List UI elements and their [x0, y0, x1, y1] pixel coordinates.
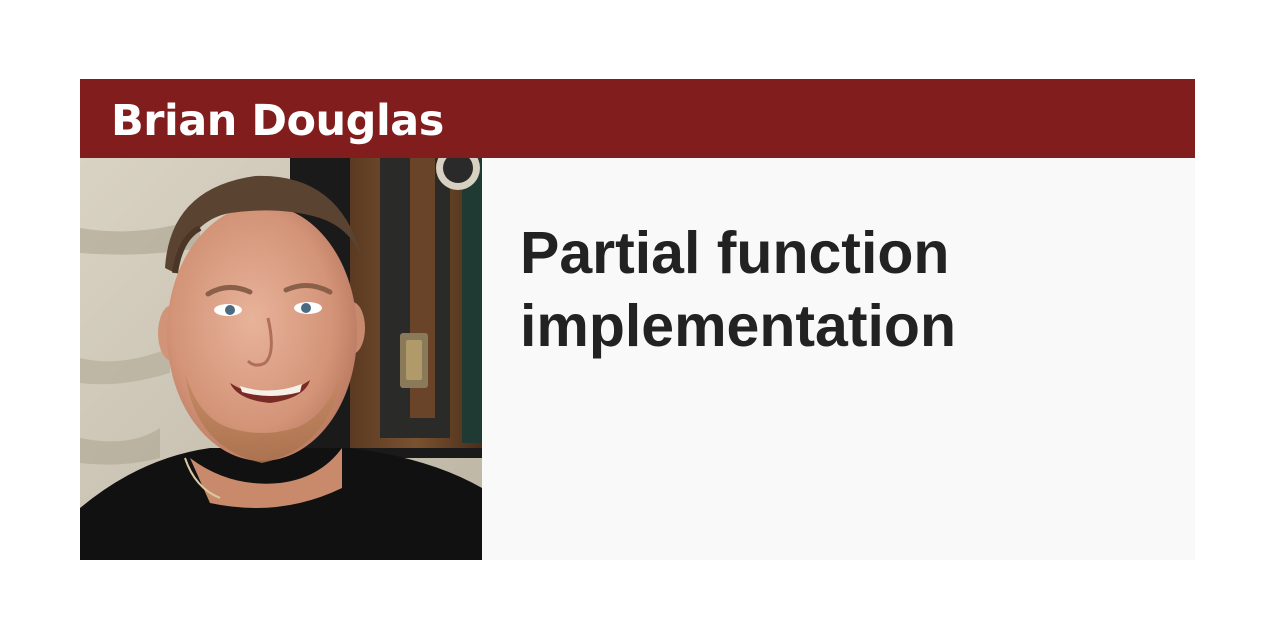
author-photo: [80, 158, 482, 560]
author-name: Brian Douglas: [111, 96, 444, 146]
author-banner: Brian Douglas: [80, 79, 1195, 158]
article-title: Partial function implementation: [520, 220, 956, 359]
article-card: Brian Douglas Partial function implement…: [80, 79, 1195, 560]
